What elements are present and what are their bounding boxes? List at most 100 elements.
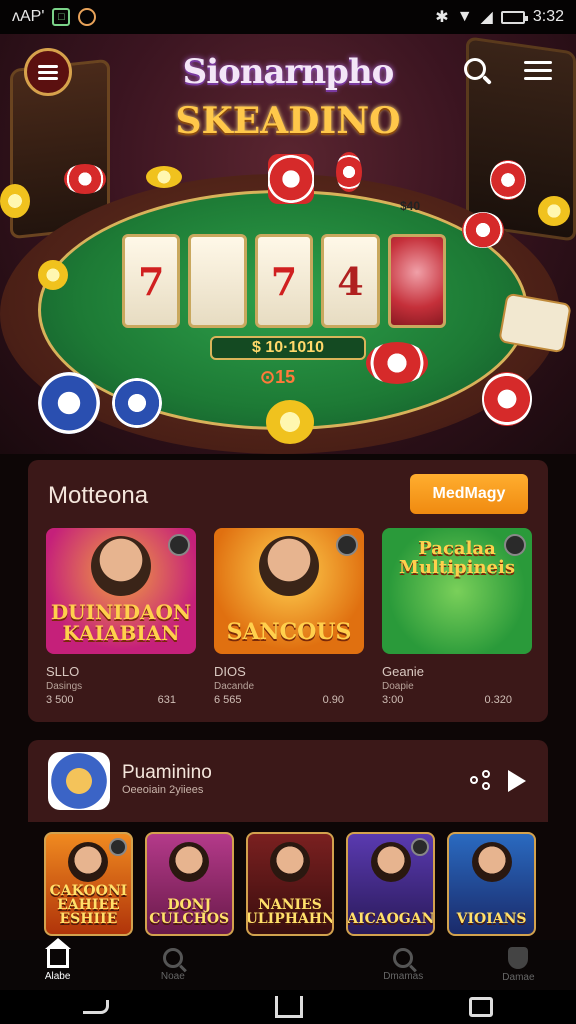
play-icon[interactable]: [508, 770, 526, 792]
nav-item-home[interactable]: Alabe: [0, 938, 115, 990]
featured-section: Motteona MedMagy DUINIDAON KAIABIAN SLLO…: [28, 460, 548, 722]
character-icon: [91, 536, 151, 596]
bottom-nav: Alabe Noae Dmamas Damae: [0, 938, 576, 990]
share-icon[interactable]: [470, 770, 492, 792]
chip-icon: [462, 212, 504, 248]
playlist-games: CAKOONI EAHIEE ESHIIE DONJ CULCHOS NANIE…: [44, 832, 536, 936]
game-tile-label: CAKOONI EAHIEE ESHIIE: [49, 883, 128, 927]
character-icon: [269, 842, 310, 882]
home-icon: [44, 938, 71, 968]
reel: 7: [254, 234, 314, 328]
badge-icon: [411, 838, 430, 856]
game-tile[interactable]: VIOIANS: [447, 832, 536, 936]
character-icon: [471, 842, 512, 882]
playlist-title: Puaminino: [122, 762, 212, 783]
game-tile[interactable]: AICAOGAN: [346, 832, 436, 936]
home-button-icon[interactable]: [275, 996, 303, 1018]
game-tile-label: VIOIANS: [456, 911, 527, 927]
character-icon: [169, 842, 210, 882]
game-stat: 6 565: [214, 694, 242, 706]
game-sub: Dacande: [214, 681, 255, 692]
chip-icon: [0, 184, 30, 218]
game-thumbnail-title: Pacalaa Multipineis: [399, 538, 515, 578]
slot-reels: 7 7 4: [122, 234, 447, 328]
game-stat: 0.90: [322, 694, 344, 706]
game-thumbnail[interactable]: Pacalaa Multipineis: [382, 528, 532, 654]
nav-label: Damae: [502, 972, 535, 983]
chip-icon: [490, 160, 526, 200]
game-tile[interactable]: NANIES PULIPHAHNS: [245, 832, 335, 936]
logo-subtitle: SKEADINO: [175, 100, 401, 142]
chip-icon: [336, 152, 362, 192]
game-stat: 3:00: [382, 694, 404, 706]
game-name: Geanie: [382, 664, 424, 679]
logo-title: Sionarnpho: [182, 52, 395, 92]
signal-icon: ◢: [480, 9, 493, 26]
game-card[interactable]: SANCOUS DIOS Dacande 6 565 0.90: [214, 528, 364, 706]
search-icon: [393, 948, 414, 968]
app-notification-icon: [78, 8, 97, 26]
game-sub: Doapie: [382, 681, 414, 692]
game-name: SLLO: [46, 664, 80, 679]
status-text: ʌΑΡ': [12, 8, 45, 25]
more-button[interactable]: MedMagy: [410, 474, 528, 514]
back-icon[interactable]: [83, 1000, 109, 1014]
chip-icon: [64, 164, 106, 194]
game-card[interactable]: Pacalaa Multipineis Geanie Doapie 3:00 0.…: [382, 528, 532, 706]
reel: [387, 234, 447, 328]
hero-banner[interactable]: Sionarnpho SKEADINO $40 7 7 4 $ 10·1010 …: [0, 34, 576, 454]
game-tile-label: AICAOGAN: [347, 911, 435, 927]
chip-icon: [38, 372, 100, 434]
featured-games: DUINIDAON KAIABIAN SLLO Dasings 3 500 631…: [46, 528, 532, 706]
nav-item-discover[interactable]: Dmamas: [346, 940, 461, 990]
felt-label: $40: [400, 199, 421, 213]
game-tile-label: DONJ CULCHOS: [149, 897, 230, 927]
chip-icon: [366, 342, 428, 384]
game-thumbnail[interactable]: SANCOUS: [214, 528, 364, 654]
nav-item-search[interactable]: Noae: [115, 940, 230, 990]
chip-icon: [538, 196, 570, 226]
game-name: DIOS: [214, 664, 246, 679]
bluetooth-icon: ✱: [435, 9, 449, 26]
character-icon: [370, 842, 411, 882]
chip-icon: [38, 260, 68, 290]
search-icon: [162, 948, 183, 968]
badge-icon: [108, 838, 127, 856]
reel: 7: [122, 234, 181, 328]
chip-stack-icon: [268, 154, 314, 204]
notification-icon: □: [52, 8, 71, 26]
nav-item-profile[interactable]: Damae: [461, 940, 576, 990]
playlist-section: Puaminino Oeeoiain 2yiiees: [28, 740, 548, 822]
game-tile-label: NANIES PULIPHAHNS: [245, 897, 335, 927]
game-thumbnail-title: SANCOUS: [226, 618, 352, 645]
reel: [188, 234, 247, 328]
game-stat: 631: [157, 694, 176, 706]
badge-icon: [168, 534, 190, 556]
nav-item-blank[interactable]: [230, 940, 345, 990]
game-tile[interactable]: DONJ CULCHOS: [144, 832, 234, 936]
recent-apps-icon[interactable]: [469, 997, 493, 1017]
chip-icon: [146, 166, 182, 188]
wifi-icon: ▼: [456, 8, 473, 25]
jackpot-display: $ 10·1010: [210, 336, 366, 360]
character-icon: [259, 536, 319, 596]
chip-icon: [266, 400, 314, 444]
nav-label: Dmamas: [383, 971, 424, 982]
game-tile[interactable]: CAKOONI EAHIEE ESHIIE: [44, 832, 133, 936]
shield-icon: [508, 947, 529, 969]
reel: 4: [321, 234, 380, 328]
character-icon: [68, 842, 109, 882]
chip-icon: [482, 372, 532, 426]
status-bar: ʌΑΡ' □ ✱ ▼ ◢ 3:32: [0, 0, 576, 34]
battery-icon: [500, 10, 528, 24]
playlist-subtitle: Oeeoiain 2yiiees: [122, 784, 204, 796]
game-card[interactable]: DUINIDAON KAIABIAN SLLO Dasings 3 500 631: [46, 528, 196, 706]
game-thumbnail-title: DUINIDAON KAIABIAN: [50, 600, 192, 645]
playlist-avatar[interactable]: [48, 752, 110, 810]
bet-amount: ⊙15: [260, 367, 296, 387]
game-thumbnail[interactable]: DUINIDAON KAIABIAN: [46, 528, 196, 654]
game-stat: 0.320: [484, 694, 512, 706]
badge-icon: [336, 534, 358, 556]
system-nav: [0, 990, 576, 1024]
nav-label: Noae: [160, 971, 185, 982]
